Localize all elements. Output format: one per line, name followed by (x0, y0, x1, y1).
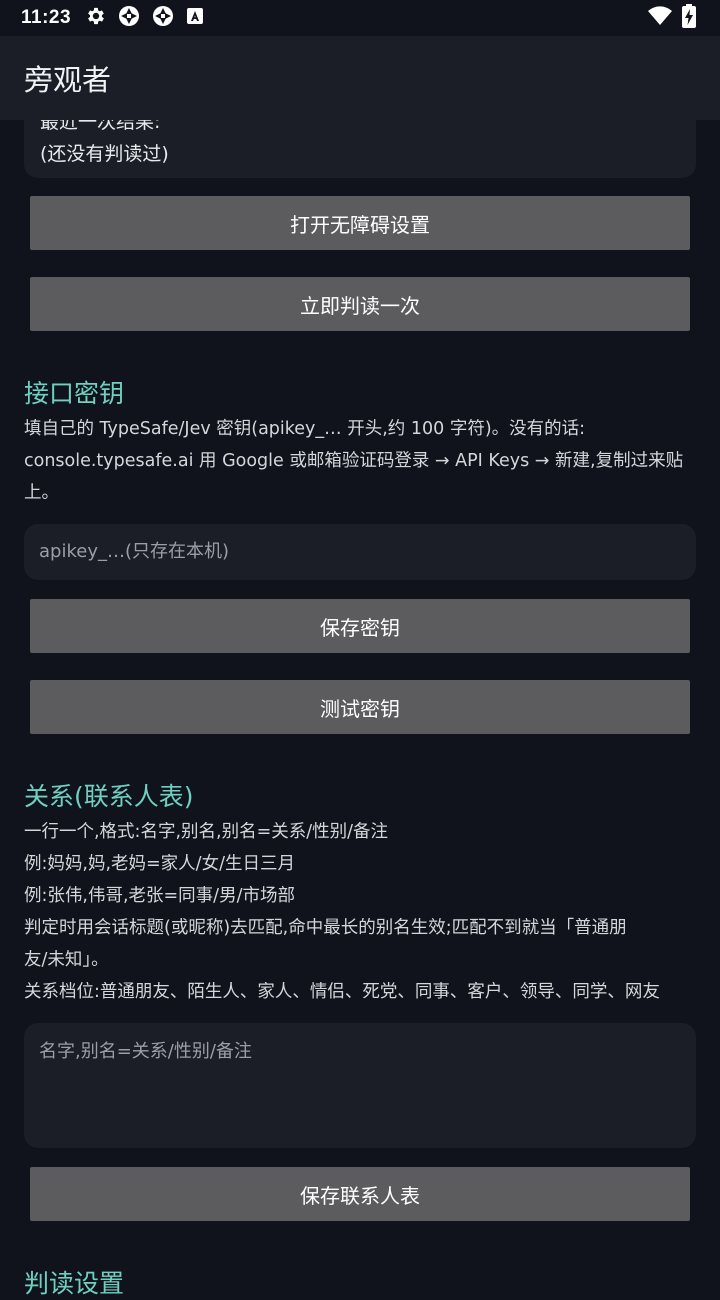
api-key-placeholder: apikey_…(只存在本机) (39, 541, 230, 562)
relations-desc-line: 一行一个,格式:名字,别名,别名=关系/性别/备注 (24, 822, 389, 842)
save-key-button[interactable]: 保存密钥 (30, 599, 690, 653)
relations-desc-line: 例:妈妈,妈,老妈=家人/女/生日三月 (24, 854, 295, 874)
relations-description: 一行一个,格式:名字,别名,别名=关系/性别/备注 例:妈妈,妈,老妈=家人/女… (24, 816, 704, 1008)
relations-desc-line: 关系档位:普通朋友、陌生人、家人、情侣、死党、同事、客户、领导、同学、网友 (24, 982, 660, 1002)
relations-desc-line: 友/未知」。 (24, 950, 109, 970)
api-key-input[interactable]: apikey_…(只存在本机) (24, 524, 696, 580)
scroll-content[interactable]: 最近一次结果: (还没有判读过) 打开无障碍设置 立即判读一次 接口密钥 填自己… (0, 0, 720, 1298)
last-result-value: (还没有判读过) (40, 143, 169, 165)
api-key-desc-line: 填自己的 TypeSafe/Jev 密钥(apikey_… 开头,约 100 字… (24, 419, 586, 439)
app-bar: 旁观者 (0, 36, 720, 120)
api-key-desc-line: console.typesafe.ai 用 Google 或邮箱验证码登录 → … (24, 451, 684, 471)
save-contacts-button[interactable]: 保存联系人表 (30, 1167, 690, 1221)
battery-charging-icon (682, 4, 696, 32)
status-bar: 11:23 (0, 0, 720, 36)
test-key-button[interactable]: 测试密钥 (30, 680, 690, 734)
api-key-section-title: 接口密钥 (24, 379, 125, 408)
status-time: 11:23 (21, 7, 72, 28)
api-key-desc-line: 上。 (24, 483, 59, 503)
wifi-icon (648, 6, 672, 30)
contacts-textarea[interactable]: 名字,别名=关系/性别/备注 (24, 1023, 696, 1148)
relations-desc-line: 判定时用会话标题(或昵称)去匹配,命中最长的别名生效;匹配不到就当「普通朋 (24, 918, 627, 938)
app-title: 旁观者 (24, 63, 112, 97)
read-now-button[interactable]: 立即判读一次 (30, 277, 690, 331)
font-a-icon (185, 6, 205, 30)
open-accessibility-settings-button[interactable]: 打开无障碍设置 (30, 196, 690, 250)
api-key-description: 填自己的 TypeSafe/Jev 密钥(apikey_… 开头,约 100 字… (24, 413, 704, 509)
aperture-icon (151, 4, 175, 32)
aperture-icon (117, 4, 141, 32)
relations-section-title: 关系(联系人表) (24, 782, 194, 811)
relations-desc-line: 例:张伟,伟哥,老张=同事/男/市场部 (24, 886, 295, 906)
gear-icon (85, 5, 107, 31)
contacts-placeholder: 名字,别名=关系/性别/备注 (39, 1041, 252, 1062)
read-settings-section-title: 判读设置 (24, 1269, 125, 1298)
